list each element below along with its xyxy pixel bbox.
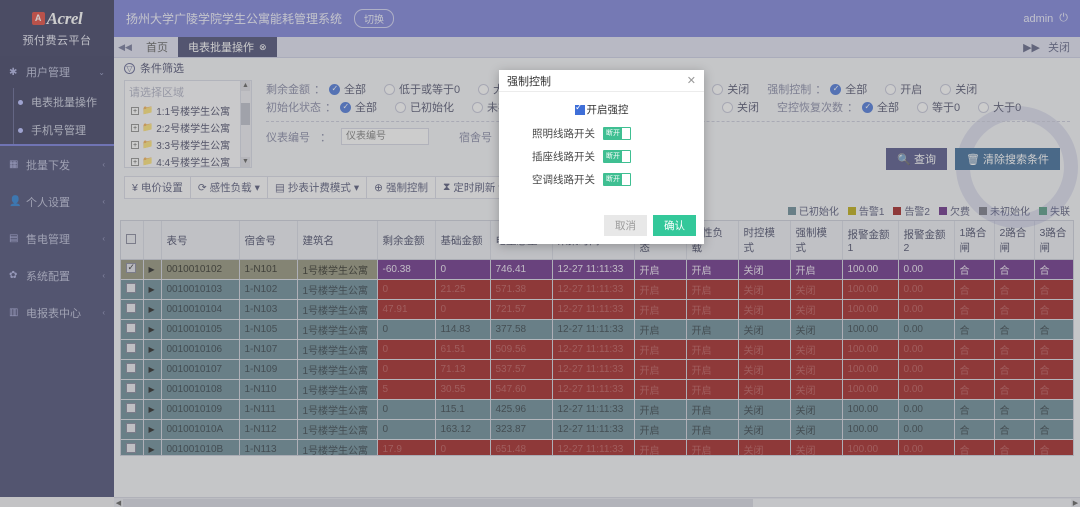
- close-icon[interactable]: ✕: [687, 74, 696, 87]
- socket-circuit-toggle[interactable]: 断开: [603, 150, 631, 163]
- toggle-knob: 断开: [604, 128, 622, 139]
- lighting-circuit-toggle[interactable]: 断开: [603, 127, 631, 140]
- modal-footer: 取消 确认: [499, 209, 704, 244]
- enable-force-control-checkbox[interactable]: 开启强控: [507, 102, 696, 117]
- modal-title: 强制控制: [507, 75, 551, 88]
- modal-body: 开启强控 照明线路开关 断开 插座线路开关 断开 空调线路开关 断开: [499, 92, 704, 209]
- bullet-icon: [18, 127, 23, 133]
- socket-circuit-label: 插座线路开关: [532, 151, 595, 163]
- aircon-circuit-toggle[interactable]: 断开: [603, 173, 631, 186]
- bullet-icon: [18, 99, 23, 105]
- app-root: A Acrel 预付费云平台 ✱ 用户管理 ⌄ 电表批量操作 手机号管理 ▦ 批…: [0, 0, 1080, 507]
- aircon-circuit-label: 空调线路开关: [532, 174, 595, 186]
- confirm-button[interactable]: 确认: [653, 215, 696, 236]
- force-control-dialog: 强制控制 ✕ 开启强控 照明线路开关 断开 插座线路开关 断开 空调线路开关 断…: [499, 70, 704, 244]
- socket-circuit-row: 插座线路开关 断开: [507, 149, 696, 164]
- aircon-circuit-row: 空调线路开关 断开: [507, 172, 696, 187]
- lighting-circuit-row: 照明线路开关 断开: [507, 126, 696, 141]
- toggle-knob: 断开: [604, 151, 622, 162]
- checkbox-label: 开启强控: [586, 104, 629, 116]
- modal-header: 强制控制 ✕: [499, 70, 704, 92]
- toggle-knob: 断开: [604, 174, 622, 185]
- lighting-circuit-label: 照明线路开关: [532, 128, 595, 140]
- checkbox-icon: [574, 102, 585, 115]
- cancel-button[interactable]: 取消: [604, 215, 647, 236]
